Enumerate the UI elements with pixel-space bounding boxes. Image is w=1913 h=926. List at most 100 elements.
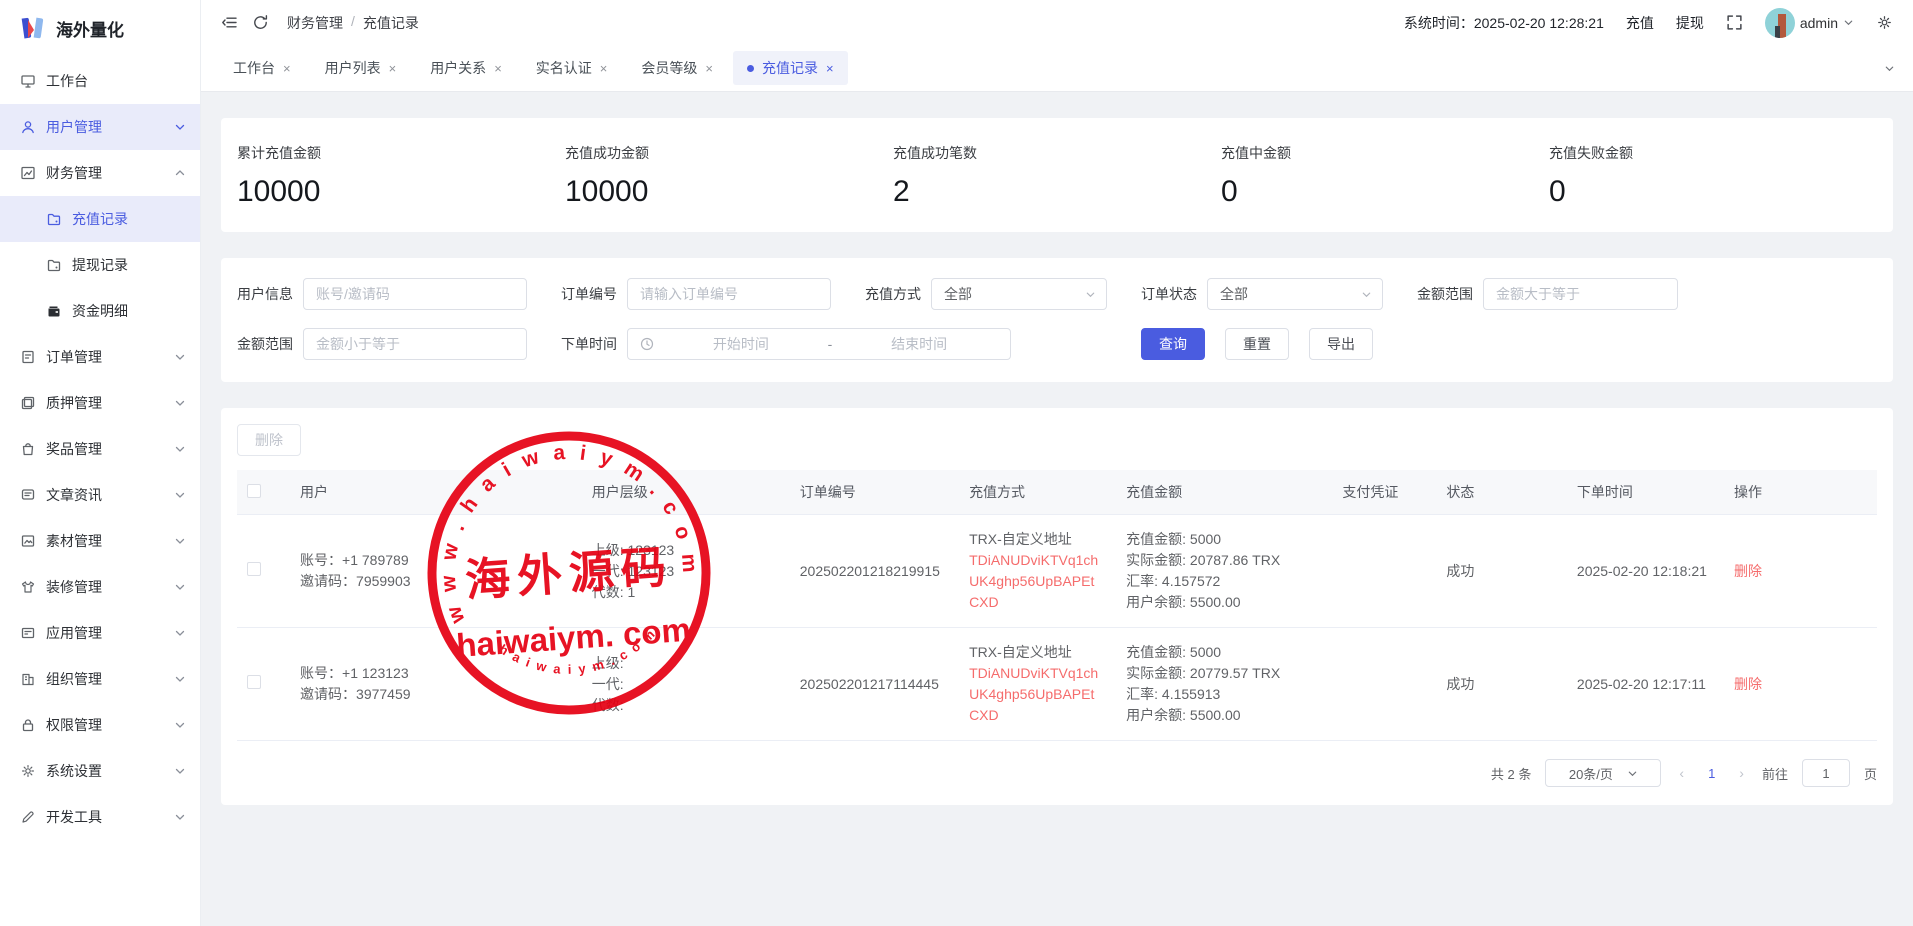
stat-success-count: 充值成功笔数 2 <box>893 143 1221 209</box>
sidebar-item-pledge-management[interactable]: 质押管理 <box>0 380 200 426</box>
chevron-down-icon <box>174 535 186 547</box>
collapse-sidebar-icon[interactable] <box>221 14 238 31</box>
sidebar-item-order-management[interactable]: 订单管理 <box>0 334 200 380</box>
close-icon[interactable]: × <box>705 62 713 75</box>
bulk-delete-button[interactable]: 删除 <box>237 424 301 456</box>
sidebar-item-permission-management[interactable]: 权限管理 <box>0 702 200 748</box>
tab-user-relations[interactable]: 用户关系 × <box>416 51 516 85</box>
settings-gear-icon[interactable] <box>1876 14 1893 31</box>
close-icon[interactable]: × <box>283 62 291 75</box>
next-page-button[interactable]: › <box>1735 765 1748 781</box>
close-icon[interactable]: × <box>389 62 397 75</box>
address-link[interactable]: CXD <box>969 705 1106 726</box>
status-cell: 成功 <box>1436 515 1567 628</box>
sidebar-item-decoration-management[interactable]: 装修管理 <box>0 564 200 610</box>
search-button[interactable]: 查询 <box>1141 328 1205 360</box>
chevron-down-icon <box>174 673 186 685</box>
chevron-down-icon <box>174 121 186 133</box>
address-link[interactable]: CXD <box>969 592 1106 613</box>
stats-card: 累计充值金额 10000 充值成功金额 10000 充值成功笔数 2 充值中金额… <box>221 118 1893 232</box>
address-link[interactable]: UK4ghp56UpBAPEt <box>969 571 1106 592</box>
sidebar-item-organization-management[interactable]: 组织管理 <box>0 656 200 702</box>
order-no-input[interactable] <box>627 278 831 310</box>
folder-icon <box>46 257 62 273</box>
time-cell: 2025-02-20 12:18:21 <box>1567 515 1724 628</box>
sidebar-item-workbench[interactable]: 工作台 <box>0 58 200 104</box>
end-time-placeholder[interactable]: 结束时间 <box>840 334 998 354</box>
sidebar-item-material-management[interactable]: 素材管理 <box>0 518 200 564</box>
brand-logo-icon <box>18 14 46 42</box>
sidebar-item-withdraw-records[interactable]: 提现记录 <box>0 242 200 288</box>
select-all-checkbox[interactable] <box>247 484 261 498</box>
order-status-label: 订单状态 <box>1141 284 1197 304</box>
recharge-method-select[interactable]: 全部 <box>931 278 1107 310</box>
recharge-link[interactable]: 充值 <box>1626 13 1654 33</box>
user-menu[interactable]: admin <box>1765 8 1854 38</box>
start-time-placeholder[interactable]: 开始时间 <box>662 334 820 354</box>
amount-min-input[interactable] <box>1483 278 1678 310</box>
col-status: 状态 <box>1436 470 1567 515</box>
address-link[interactable]: UK4ghp56UpBAPEt <box>969 684 1106 705</box>
address-link[interactable]: TDiANUDviKTVq1ch <box>969 663 1106 684</box>
breadcrumb-level2: 充值记录 <box>363 13 419 33</box>
sidebar-item-article-news[interactable]: 文章资讯 <box>0 472 200 518</box>
sidebar-item-recharge-records[interactable]: 充值记录 <box>0 196 200 242</box>
tab-member-level[interactable]: 会员等级 × <box>627 51 727 85</box>
row-checkbox[interactable] <box>247 675 261 689</box>
refresh-icon[interactable] <box>252 14 269 31</box>
address-link[interactable]: TDiANUDviKTVq1ch <box>969 550 1106 571</box>
amount-min-label: 金额范围 <box>1417 284 1473 304</box>
wallet-icon <box>46 303 62 319</box>
stat-success-amount: 充值成功金额 10000 <box>565 143 893 209</box>
sidebar-item-app-management[interactable]: 应用管理 <box>0 610 200 656</box>
breadcrumb: 财务管理 / 充值记录 <box>287 13 419 33</box>
order-no-cell: 202502201218219915 <box>790 515 959 628</box>
chevron-down-icon <box>1627 768 1638 779</box>
export-button[interactable]: 导出 <box>1309 328 1373 360</box>
main-area: 财务管理 / 充值记录 系统时间：2025-02-20 12:28:21 充值 … <box>201 0 1913 926</box>
close-icon[interactable]: × <box>600 62 608 75</box>
tab-user-list[interactable]: 用户列表 × <box>311 51 411 85</box>
page-content: 累计充值金额 10000 充值成功金额 10000 充值成功笔数 2 充值中金额… <box>201 92 1913 926</box>
close-icon[interactable]: × <box>494 62 502 75</box>
sidebar: 海外量化 工作台 用户管理 财务管理 充值记录 <box>0 0 201 926</box>
tab-recharge-records[interactable]: 充值记录 × <box>733 51 848 85</box>
withdraw-link[interactable]: 提现 <box>1676 13 1704 33</box>
row-checkbox[interactable] <box>247 562 261 576</box>
close-icon[interactable]: × <box>826 62 834 75</box>
tabs-dropdown-icon[interactable] <box>1884 63 1895 74</box>
fullscreen-icon[interactable] <box>1726 14 1743 31</box>
user-info-input[interactable] <box>303 278 527 310</box>
order-no-label: 订单编号 <box>561 284 617 304</box>
page-unit-label: 页 <box>1864 764 1877 783</box>
sidebar-item-dev-tools[interactable]: 开发工具 <box>0 794 200 840</box>
page-size-select[interactable]: 20条/页 <box>1545 759 1661 787</box>
stat-failed-amount: 充值失败金额 0 <box>1549 143 1877 209</box>
sidebar-item-finance-management[interactable]: 财务管理 <box>0 150 200 196</box>
sidebar-item-system-settings[interactable]: 系统设置 <box>0 748 200 794</box>
delete-row-link[interactable]: 删除 <box>1734 563 1762 579</box>
sidebar-item-prize-management[interactable]: 奖品管理 <box>0 426 200 472</box>
current-page[interactable]: 1 <box>1702 766 1721 781</box>
stat-pending-amount: 充值中金额 0 <box>1221 143 1549 209</box>
chevron-down-icon <box>1843 17 1854 28</box>
tab-real-name-auth[interactable]: 实名认证 × <box>522 51 622 85</box>
sidebar-item-fund-details[interactable]: 资金明细 <box>0 288 200 334</box>
breadcrumb-level1[interactable]: 财务管理 <box>287 13 343 33</box>
goto-page-input[interactable] <box>1802 759 1850 787</box>
chevron-down-icon <box>1361 289 1372 300</box>
order-status-select[interactable]: 全部 <box>1207 278 1383 310</box>
time-cell: 2025-02-20 12:17:11 <box>1567 628 1724 741</box>
date-range-picker[interactable]: 开始时间 - 结束时间 <box>627 328 1011 360</box>
sidebar-item-user-management[interactable]: 用户管理 <box>0 104 200 150</box>
order-time-label: 下单时间 <box>561 334 617 354</box>
user-cell: 账号：+1 123123 邀请码：3977459 <box>290 628 582 741</box>
delete-row-link[interactable]: 删除 <box>1734 676 1762 692</box>
lock-icon <box>20 717 36 733</box>
amount-max-input[interactable] <box>303 328 527 360</box>
reset-button[interactable]: 重置 <box>1225 328 1289 360</box>
col-user: 用户 <box>290 470 582 515</box>
tab-workbench[interactable]: 工作台 × <box>219 51 305 85</box>
table-card: 删除 用户 用户层级 订单编号 充值方式 充值金额 <box>221 408 1893 805</box>
prev-page-button[interactable]: ‹ <box>1675 765 1688 781</box>
